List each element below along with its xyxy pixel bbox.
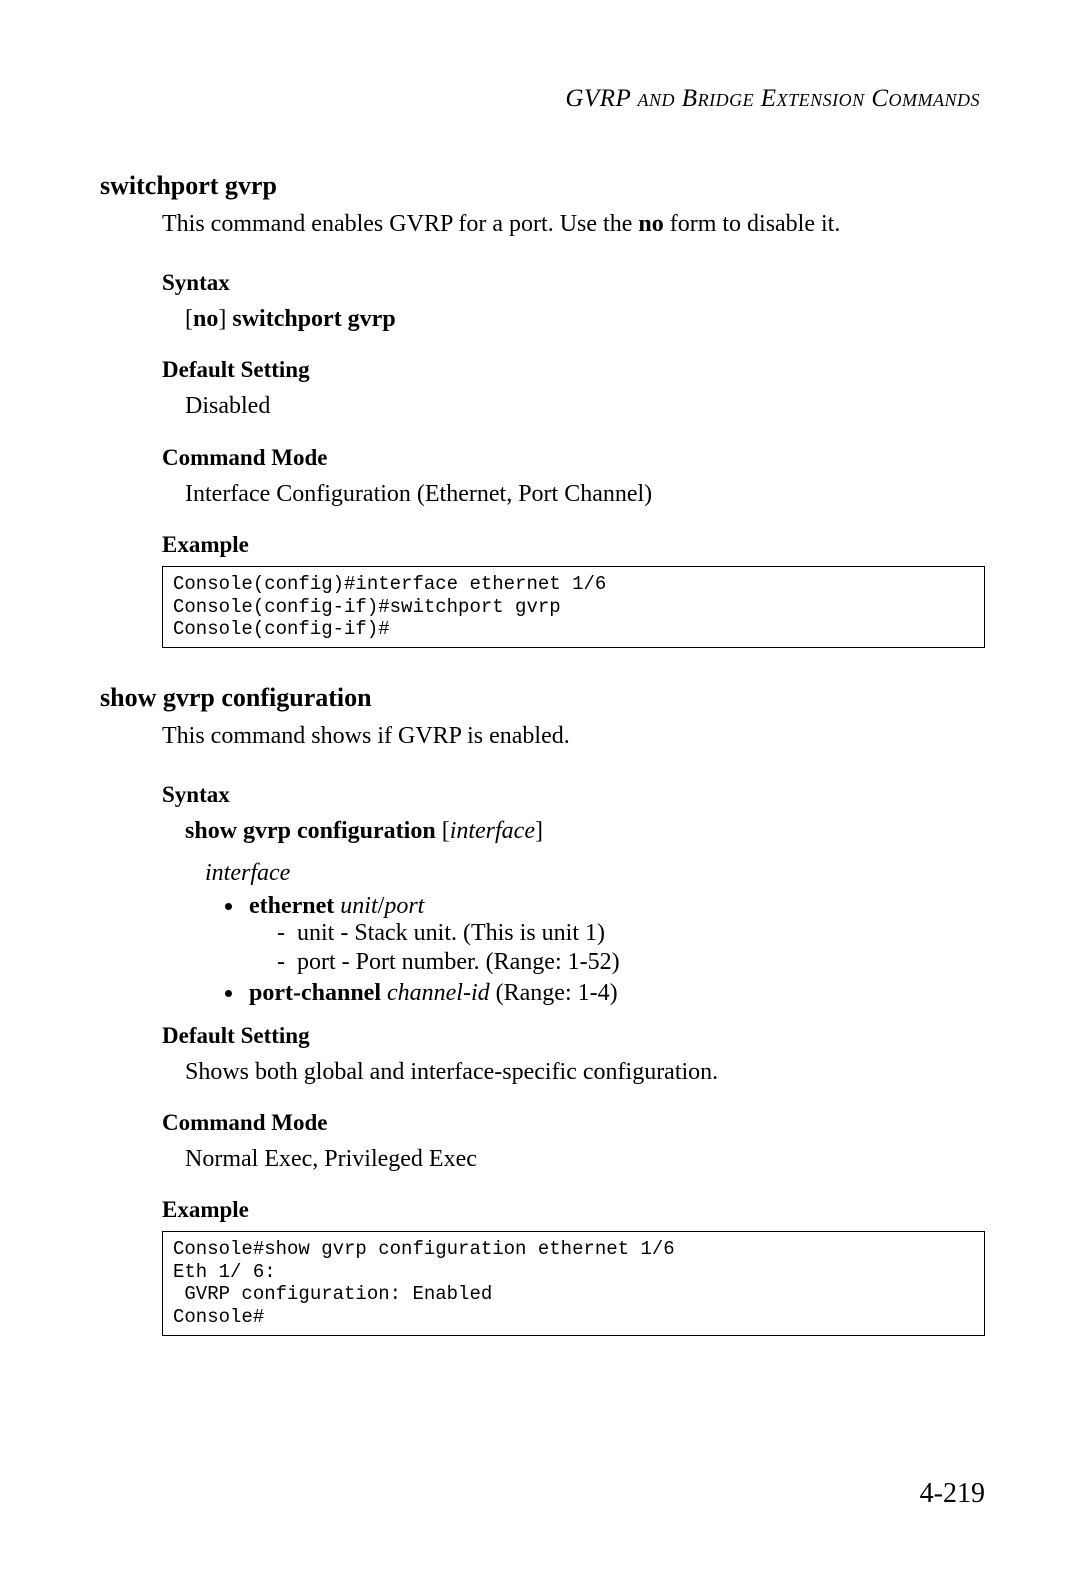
ethernet-unit: unit xyxy=(334,893,377,919)
cmd1-mode-value: Interface Configuration (Ethernet, Port … xyxy=(185,479,985,510)
cmd2-example-code: Console#show gvrp configuration ethernet… xyxy=(162,1231,985,1336)
page-header: GVRP and Bridge Extension Commands xyxy=(100,85,985,113)
port-channel-id: channel-id xyxy=(381,980,490,1006)
cmd2-description: This command shows if GVRP is enabled. xyxy=(162,721,985,752)
port-desc-text: port - Port number. (Range: 1-52) xyxy=(297,949,620,975)
cmd2-default-label: Default Setting xyxy=(162,1023,985,1049)
cmd1-desc-pre: This command enables GVRP for a port. Us… xyxy=(162,211,638,237)
syntax-bracket-close: ] xyxy=(218,306,232,332)
cmd1-default-label: Default Setting xyxy=(162,357,985,383)
cmd2-mode-label: Command Mode xyxy=(162,1110,985,1136)
cmd1-default-value: Disabled xyxy=(185,391,985,422)
section-title-show-gvrp: show gvrp configuration xyxy=(100,683,985,713)
cmd2-syntax-label: Syntax xyxy=(162,782,985,808)
param-list: ethernet unit/port - unit - Stack unit. … xyxy=(245,893,985,1007)
ethernet-port: port xyxy=(384,893,424,919)
port-channel-keyword: port-channel xyxy=(249,980,381,1006)
ethernet-keyword: ethernet xyxy=(249,893,334,919)
cmd1-description: This command enables GVRP for a port. Us… xyxy=(162,209,985,240)
syntax-show-gvrp: show gvrp configuration xyxy=(185,818,436,844)
param-interface: interface xyxy=(205,860,985,887)
cmd2-default-value: Shows both global and interface-specific… xyxy=(185,1057,985,1088)
cmd1-example-label: Example xyxy=(162,532,985,558)
param-ethernet: ethernet unit/port - unit - Stack unit. … xyxy=(245,893,985,976)
unit-desc-text: unit - Stack unit. (This is unit 1) xyxy=(297,920,605,946)
section-title-switchport-gvrp: switchport gvrp xyxy=(100,171,985,201)
param-port-channel: port-channel channel-id (Range: 1-4) xyxy=(245,980,985,1007)
cmd1-desc-post: form to disable it. xyxy=(664,211,841,237)
cmd2-mode-value: Normal Exec, Privileged Exec xyxy=(185,1144,985,1175)
syntax-interface: interface xyxy=(450,818,535,844)
ethernet-port-desc: - port - Port number. (Range: 1-52) xyxy=(277,949,985,976)
syntax-cmd: switchport gvrp xyxy=(232,306,395,332)
port-channel-range: (Range: 1-4) xyxy=(490,980,618,1006)
cmd1-mode-label: Command Mode xyxy=(162,445,985,471)
cmd2-syntax-value: show gvrp configuration [interface] xyxy=(185,816,985,847)
syntax-bracket-open: [ xyxy=(185,306,193,332)
syntax-no: no xyxy=(193,306,218,332)
cmd1-example-code: Console(config)#interface ethernet 1/6 C… xyxy=(162,566,985,648)
ethernet-unit-desc: - unit - Stack unit. (This is unit 1) xyxy=(277,920,985,947)
cmd1-syntax-label: Syntax xyxy=(162,270,985,296)
cmd1-syntax-value: [no] switchport gvrp xyxy=(185,304,985,335)
cmd2-example-label: Example xyxy=(162,1197,985,1223)
cmd1-desc-bold: no xyxy=(638,211,663,237)
page-number: 4-219 xyxy=(920,1478,985,1510)
